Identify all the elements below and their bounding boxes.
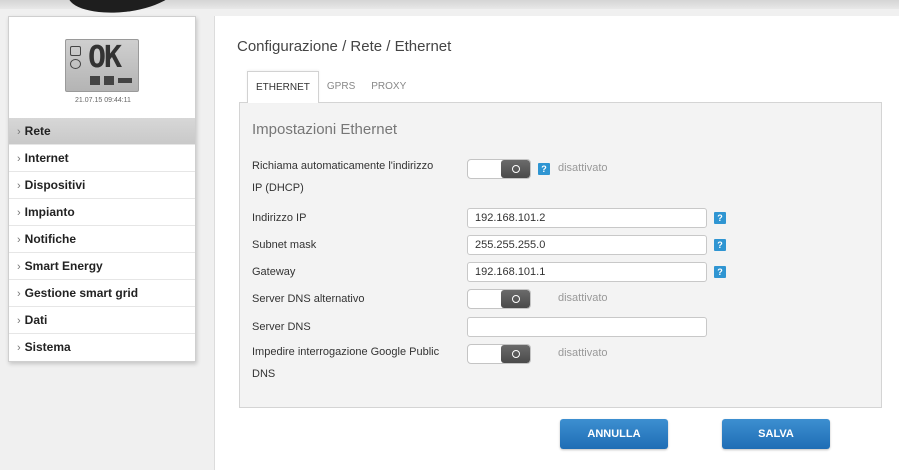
lcd-status-icons — [70, 46, 82, 72]
lcd-antenna-icon — [90, 76, 100, 85]
help-icon[interactable]: ? — [714, 266, 726, 278]
dns-server-label: Server DNS — [252, 321, 311, 333]
google-dns-label-line1: Impedire interrogazione Google Public — [252, 346, 440, 358]
lcd-bottom-icons — [90, 76, 132, 85]
sidebar-item-internet[interactable]: › Internet — [9, 145, 195, 172]
main-content: Configurazione / Rete / Ethernet ETHERNE… — [214, 16, 899, 470]
chevron-right-icon: › — [17, 180, 21, 192]
lcd-grid-icon — [70, 46, 81, 56]
sidebar-item-rete[interactable]: › Rete — [9, 118, 195, 145]
dhcp-label-line2: IP (DHCP) — [252, 182, 304, 194]
subnet-mask-field[interactable]: 255.255.255.0 — [467, 235, 707, 255]
sidebar-item-notifiche[interactable]: › Notifiche — [9, 226, 195, 253]
sidebar: OK 21.07.15 09:44:11 › Rete › Internet › Di… — [8, 16, 196, 362]
toggle-knob-icon — [501, 160, 530, 178]
dhcp-status: disattivato — [558, 162, 608, 174]
sidebar-item-label: Internet — [24, 151, 69, 165]
tab-proxy[interactable]: PROXY — [363, 71, 414, 103]
lcd-meter-icon — [104, 76, 114, 85]
help-icon[interactable]: ? — [714, 239, 726, 251]
chevron-right-icon: › — [17, 126, 21, 138]
breadcrumb: Configurazione / Rete / Ethernet — [237, 38, 452, 55]
ethernet-settings-panel: Impostazioni Ethernet Richiama automatic… — [239, 102, 882, 408]
save-button[interactable]: SALVA — [722, 419, 830, 449]
sidebar-item-label: Dispositivi — [24, 178, 86, 192]
tab-bar: ETHERNET GPRS PROXY — [247, 71, 414, 103]
gateway-label: Gateway — [252, 266, 296, 278]
toggle-knob-icon — [501, 345, 530, 363]
sidebar-item-sistema[interactable]: › Sistema — [9, 334, 195, 361]
lcd-battery-icon — [118, 78, 132, 83]
dhcp-label: Richiama automaticamente l'indirizzo IP … — [252, 157, 433, 197]
alt-dns-label: Server DNS alternativo — [252, 293, 365, 305]
tab-gprs[interactable]: GPRS — [319, 71, 363, 103]
sidebar-item-label: Dati — [24, 313, 48, 327]
dhcp-label-line1: Richiama automaticamente l'indirizzo — [252, 160, 434, 172]
sidebar-menu: › Rete › Internet › Dispositivi › Impianto ›… — [9, 118, 195, 361]
chevron-right-icon: › — [17, 261, 21, 273]
sidebar-item-label: Rete — [24, 124, 51, 138]
help-icon[interactable]: ? — [714, 212, 726, 224]
google-dns-label-line2: DNS — [252, 368, 276, 380]
tab-ethernet[interactable]: ETHERNET — [247, 71, 319, 103]
chevron-right-icon: › — [17, 288, 21, 300]
lcd-globe-icon — [70, 59, 81, 69]
sidebar-item-dispositivi[interactable]: › Dispositivi — [9, 172, 195, 199]
chevron-right-icon: › — [17, 315, 21, 327]
sidebar-item-impianto[interactable]: › Impianto — [9, 199, 195, 226]
sidebar-item-label: Impianto — [24, 205, 75, 219]
chevron-right-icon: › — [17, 342, 21, 354]
chevron-right-icon: › — [17, 153, 21, 165]
gateway-field[interactable]: 192.168.101.1 — [467, 262, 707, 282]
chevron-right-icon: › — [17, 234, 21, 246]
sidebar-item-label: Notifiche — [24, 232, 77, 246]
cancel-button[interactable]: ANNULLA — [560, 419, 668, 449]
alt-dns-status: disattivato — [558, 292, 608, 304]
sidebar-item-label: Gestione smart grid — [24, 286, 139, 300]
alt-dns-toggle[interactable] — [467, 289, 531, 309]
sidebar-item-dati[interactable]: › Dati — [9, 307, 195, 334]
chevron-right-icon: › — [17, 207, 21, 219]
dhcp-toggle[interactable] — [467, 159, 531, 179]
help-icon[interactable]: ? — [538, 163, 550, 175]
panel-title: Impostazioni Ethernet — [252, 121, 398, 138]
dns-server-field[interactable] — [467, 317, 707, 337]
device-screen-text: OK — [88, 40, 122, 75]
google-dns-label: Impedire interrogazione Google Public DN… — [252, 343, 439, 383]
ip-address-field[interactable]: 192.168.101.2 — [467, 208, 707, 228]
sidebar-item-label: Sistema — [24, 340, 71, 354]
sidebar-item-label: Smart Energy — [24, 259, 103, 273]
device-display-icon: OK — [65, 39, 139, 92]
google-dns-status: disattivato — [558, 347, 608, 359]
toggle-knob-icon — [501, 290, 530, 308]
sidebar-item-gestione-smart-grid[interactable]: › Gestione smart grid — [9, 280, 195, 307]
subnet-label: Subnet mask — [252, 239, 317, 251]
google-dns-toggle[interactable] — [467, 344, 531, 364]
device-timestamp: 21.07.15 09:44:11 — [75, 97, 131, 104]
ip-label: Indirizzo IP — [252, 212, 307, 224]
sidebar-item-smart-energy[interactable]: › Smart Energy — [9, 253, 195, 280]
